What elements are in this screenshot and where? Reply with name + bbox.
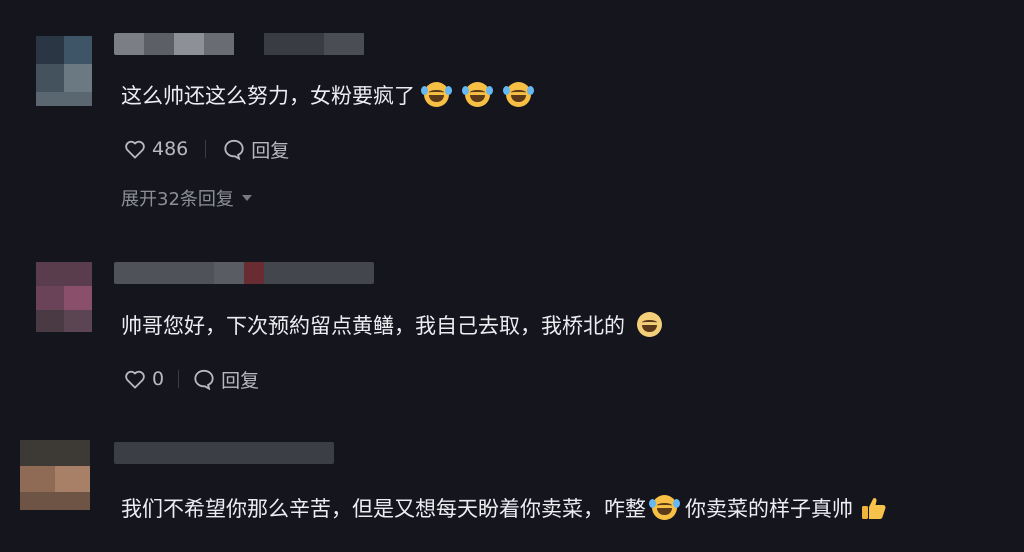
like-button[interactable]: 486 xyxy=(124,138,188,160)
thumbs-up-emoji xyxy=(862,497,886,519)
comment-body-continued: 你卖菜的样子真帅 xyxy=(685,497,853,521)
comment-actions: 0 回复 xyxy=(124,366,259,392)
avatar[interactable] xyxy=(20,440,90,510)
username-blurred[interactable] xyxy=(114,442,334,464)
divider xyxy=(205,140,207,158)
username-blurred[interactable] xyxy=(114,262,374,284)
reply-label: 回复 xyxy=(221,369,260,392)
laugh-cry-emoji xyxy=(649,495,680,520)
comment-body: 帅哥您好，下次预約留点黄鳝，我自己去取，我桥北的 xyxy=(121,314,625,338)
comment-item: 我们不希望你那么辛苦，但是又想每天盼着你卖菜，咋整 你卖菜的样子真帅 xyxy=(0,430,1024,552)
laugh-cry-emoji xyxy=(503,82,534,107)
comment-text: 这么帅还这么努力，女粉要疯了 xyxy=(121,80,534,110)
like-count: 486 xyxy=(152,138,189,160)
heart-icon xyxy=(125,370,145,389)
chevron-down-icon xyxy=(241,195,252,201)
comment-body: 这么帅还这么努力，女粉要疯了 xyxy=(121,84,415,108)
expand-replies-label: 展开32条回复 xyxy=(121,189,234,210)
divider xyxy=(178,370,180,388)
comment-text: 我们不希望你那么辛苦，但是又想每天盼着你卖菜，咋整 你卖菜的样子真帅 xyxy=(121,493,887,523)
avatar[interactable] xyxy=(36,36,106,106)
like-button[interactable]: 0 xyxy=(124,368,164,390)
reply-bubble-icon xyxy=(194,369,214,390)
comment-item: 帅哥您好，下次预約留点黄鳝，我自己去取，我桥北的 0 回复 xyxy=(0,230,1024,430)
reply-label: 回复 xyxy=(251,139,290,162)
laugh-cry-emoji xyxy=(462,82,493,107)
username-blurred[interactable] xyxy=(114,33,414,55)
laugh-cry-emoji xyxy=(421,82,452,107)
like-count: 0 xyxy=(152,368,165,390)
heart-icon xyxy=(125,140,145,159)
avatar[interactable] xyxy=(36,262,106,332)
reply-bubble-icon xyxy=(224,139,244,160)
comment-actions: 486 回复 xyxy=(124,136,289,162)
reply-button[interactable]: 回复 xyxy=(223,136,289,163)
expand-replies-button[interactable]: 展开32条回复 xyxy=(121,185,252,211)
grin-emoji xyxy=(637,312,662,337)
comment-body: 我们不希望你那么辛苦，但是又想每天盼着你卖菜，咋整 xyxy=(121,497,646,521)
comment-text: 帅哥您好，下次预約留点黄鳝，我自己去取，我桥北的 xyxy=(121,310,662,340)
comment-item: 这么帅还这么努力，女粉要疯了 486 回复 展开32条回复 xyxy=(0,0,1024,230)
reply-button[interactable]: 回复 xyxy=(193,366,259,393)
